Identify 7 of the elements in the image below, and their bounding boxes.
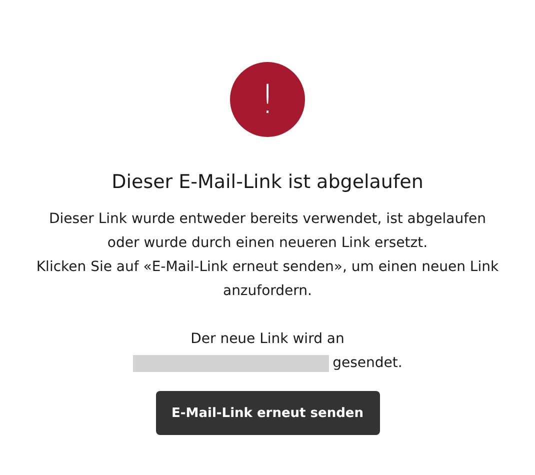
recipient-text: gesendet.: [332, 354, 402, 373]
message-text: Klicken Sie auf «E-Mail-Link erneut senden», um einen neuen Link anzufordern.: [35, 258, 500, 301]
resend-button[interactable]: E-Mail-Link erneut senden: [156, 391, 380, 435]
alert-icon: !: [230, 62, 305, 137]
recipient-text: Der neue Link wird an: [190, 330, 344, 349]
message-text: Dieser Link wurde entweder bereits verwendet, ist abgelaufen oder wurde durch einen neueren Link ersetzt.: [48, 210, 488, 253]
page-title: Dieser E-Mail-Link ist abgelaufen: [112, 171, 424, 193]
